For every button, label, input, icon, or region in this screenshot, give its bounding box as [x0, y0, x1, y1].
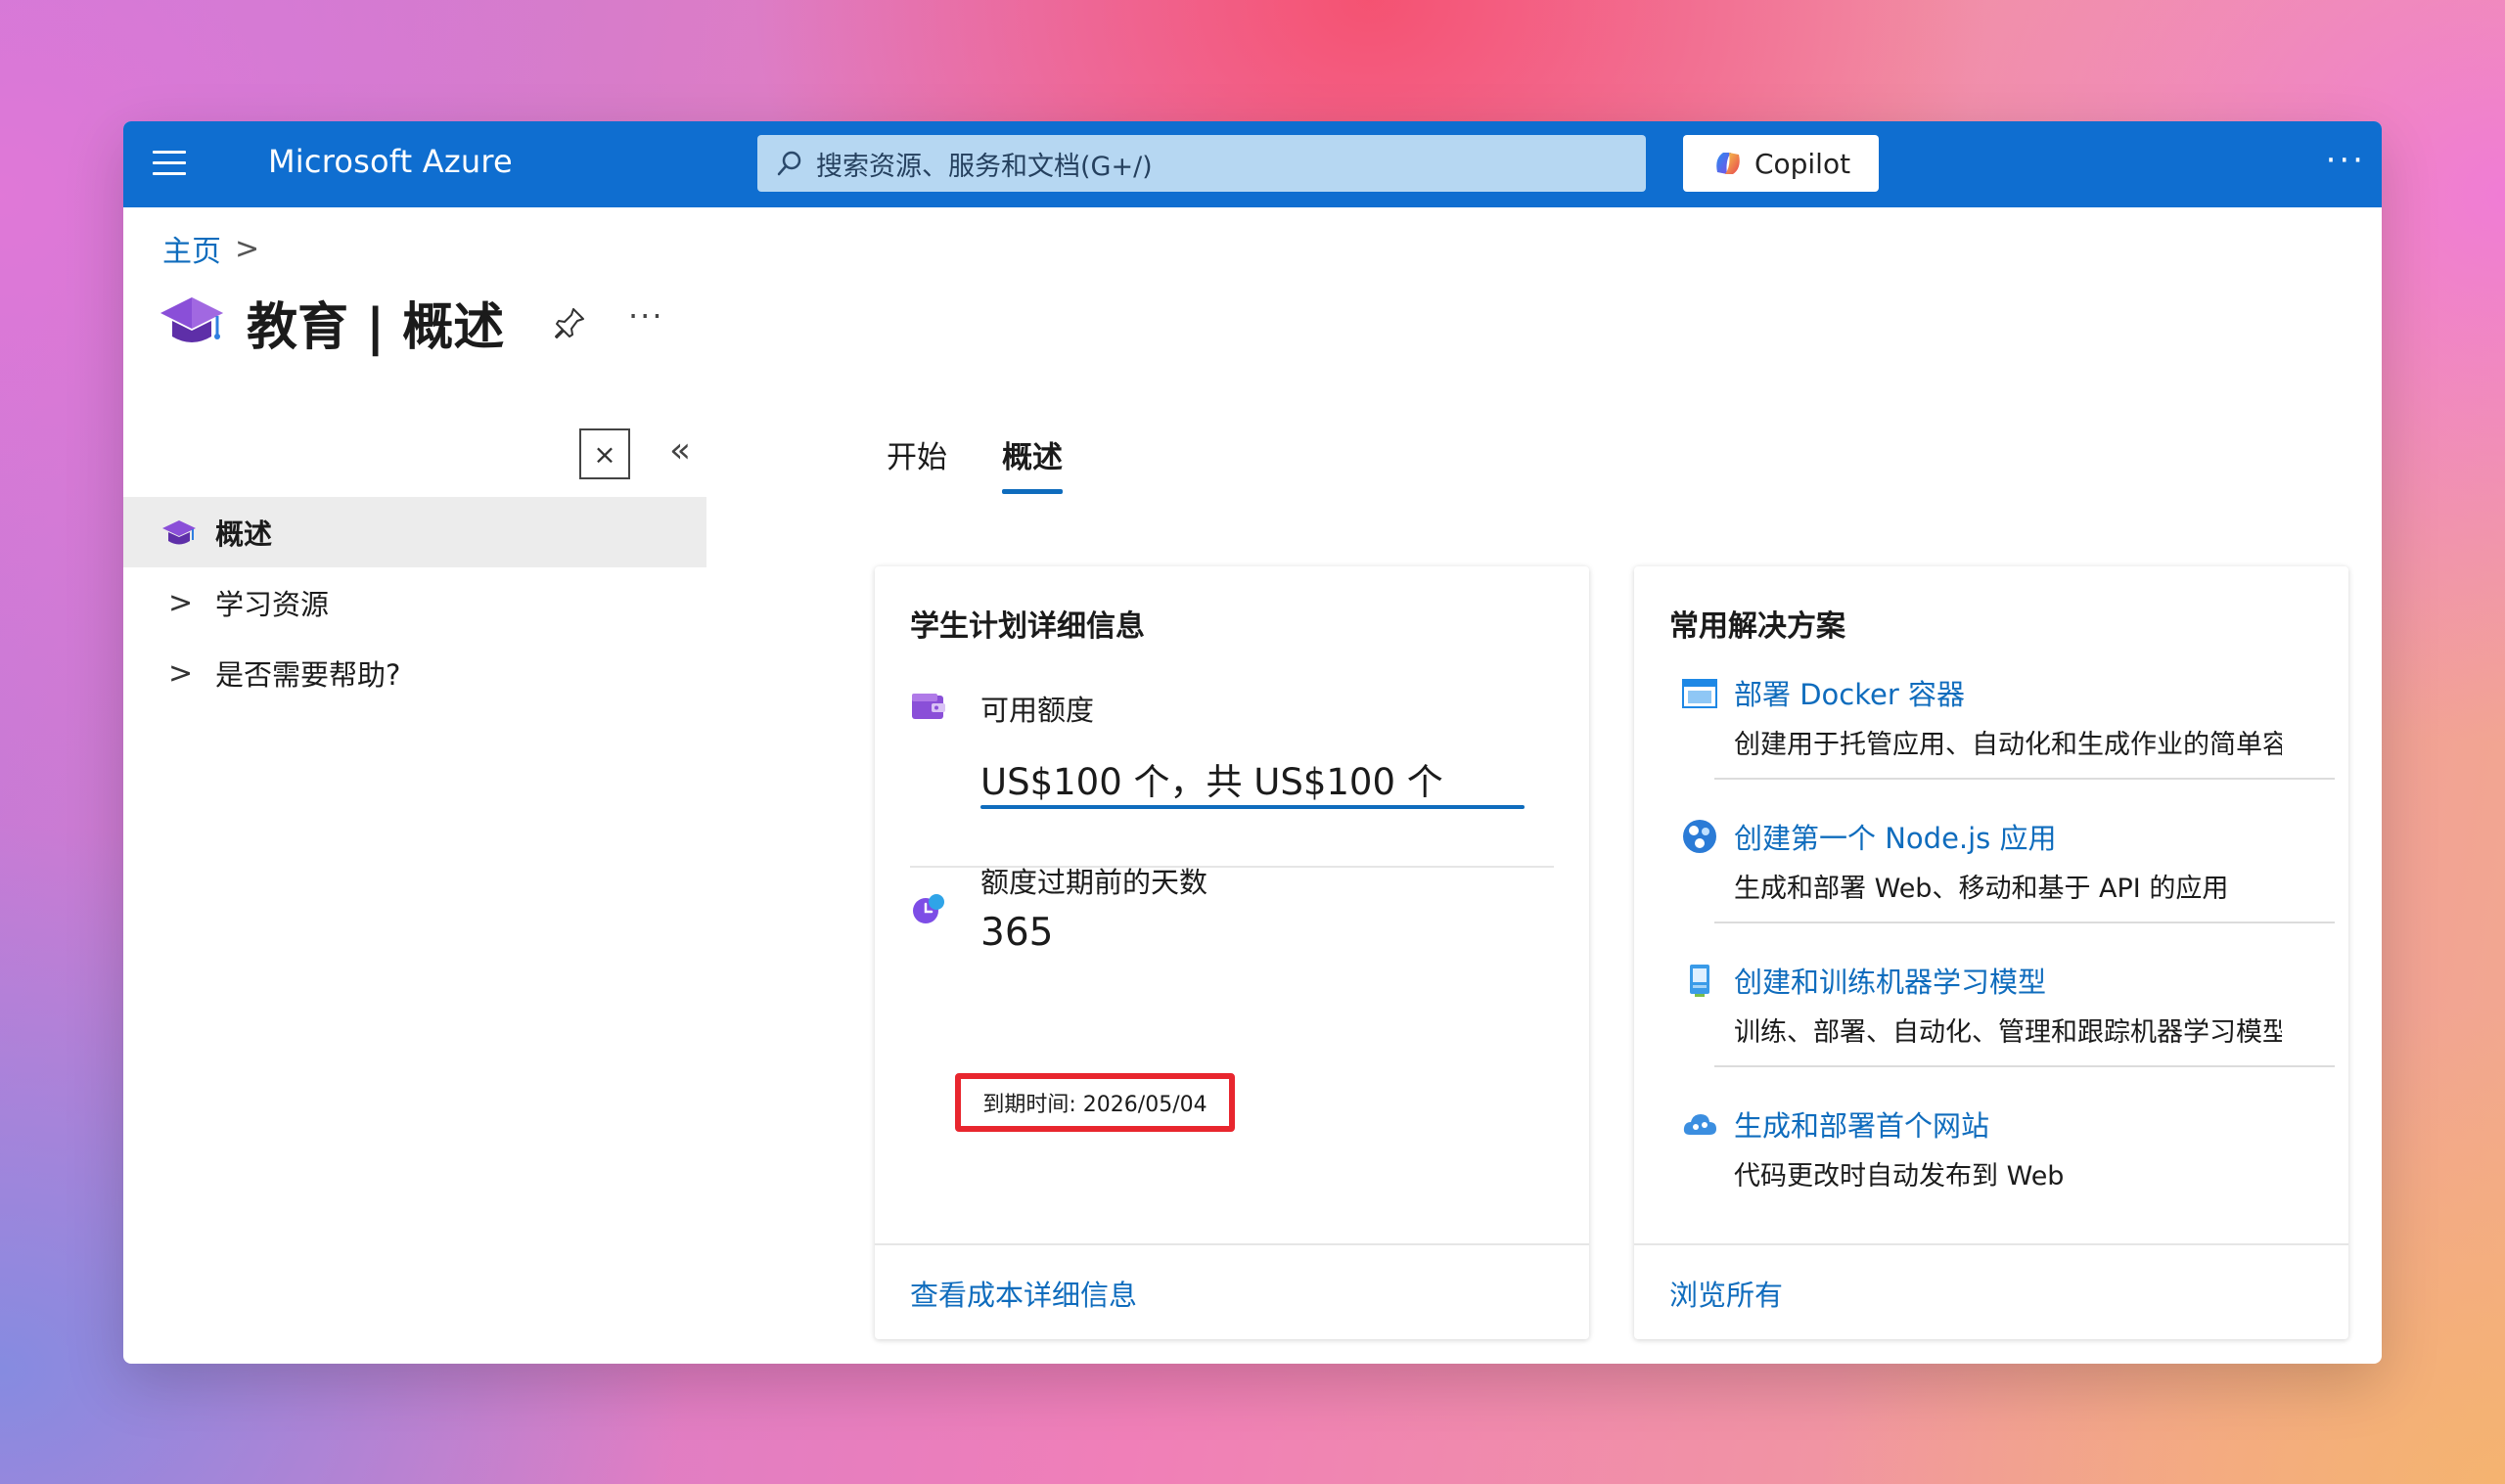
page-more-options-icon[interactable]: ··· [628, 297, 664, 335]
breadcrumb: 主页 > [162, 227, 259, 270]
clock-icon [913, 894, 944, 923]
credit-label: 可用额度 [980, 694, 1095, 727]
sidebar-item-label: 是否需要帮助? [215, 658, 401, 692]
credit-value: US$100 个，共 US$100 个 [980, 761, 1443, 803]
close-sidebar-icon[interactable]: × [579, 428, 630, 479]
divider [1714, 778, 2335, 780]
graduation-cap-icon [160, 296, 223, 342]
tab-bar: 开始 概述 [887, 432, 1117, 494]
divider [1714, 922, 2335, 923]
solution-title[interactable]: 创建和训练机器学习模型 [1734, 960, 2046, 1001]
divider [1714, 1065, 2335, 1067]
page-header: 教育 | 概述 [159, 286, 504, 359]
copilot-icon [1716, 153, 1740, 174]
sidebar-item-label: 学习资源 [215, 588, 330, 621]
chevron-right-icon: > [168, 655, 194, 691]
card-title: 常用解决方案 [1669, 609, 1845, 644]
copilot-label: Copilot [1754, 147, 1851, 180]
student-plan-card: 学生计划详细信息 可用额度 US$100 个，共 US$100 个 额度过期前的… [875, 566, 1589, 1339]
container-icon [1682, 679, 1717, 708]
graduation-cap-icon [162, 520, 196, 545]
solution-title[interactable]: 创建第一个 Node.js 应用 [1734, 816, 2057, 857]
menu-icon[interactable] [153, 151, 186, 176]
ml-notebook-icon [1690, 965, 1709, 997]
expiry-date: 到期时间: 2026/05/04 [982, 1093, 1207, 1117]
search-icon [777, 151, 801, 176]
nodejs-icon [1683, 820, 1716, 853]
solution-title[interactable]: 部署 Docker 容器 [1734, 672, 1965, 713]
solution-description: 生成和部署 Web、移动和基于 API 的应用 [1734, 874, 2229, 902]
solution-description: 代码更改时自动发布到 Web [1734, 1161, 2065, 1190]
tab-get-started[interactable]: 开始 [887, 432, 947, 494]
credit-progress-bar [980, 805, 1525, 809]
pin-icon[interactable] [550, 303, 589, 342]
tab-overview[interactable]: 概述 [1002, 432, 1063, 494]
sidebar-item-learning-resources[interactable]: > 学习资源 [123, 567, 706, 638]
days-label: 额度过期前的天数 [980, 866, 1208, 899]
breadcrumb-home-link[interactable]: 主页 [162, 227, 221, 270]
more-options-icon[interactable]: ··· [2326, 141, 2366, 180]
solutions-card: 常用解决方案 部署 Docker 容器 创建用于托管应用、自动化和生成作业的简单… [1634, 566, 2348, 1339]
sidebar-item-overview[interactable]: 概述 [123, 497, 706, 567]
cloud-website-icon [1683, 1114, 1716, 1135]
browse-all-link[interactable]: 浏览所有 [1669, 1273, 1783, 1314]
card-footer: 查看成本详细信息 [875, 1243, 1589, 1339]
azure-portal-window: Microsoft Azure 搜索资源、服务和文档(G+/) Copilot … [123, 121, 2382, 1364]
brand-title[interactable]: Microsoft Azure [268, 143, 513, 180]
chevron-right-icon: > [168, 585, 194, 620]
search-placeholder: 搜索资源、服务和文档(G+/) [816, 151, 1153, 182]
sidebar-item-label: 概述 [215, 517, 273, 551]
card-footer: 浏览所有 [1634, 1243, 2348, 1339]
collapse-icon[interactable]: « [669, 430, 691, 471]
solution-description: 训练、部署、自动化、管理和跟踪机器学习模型 [1734, 1017, 2282, 1046]
page-title: 教育 | 概述 [247, 298, 505, 357]
sidebar-item-help[interactable]: > 是否需要帮助? [123, 638, 706, 708]
expiry-highlight-box: 到期时间: 2026/05/04 [955, 1073, 1235, 1132]
chevron-right-icon: > [235, 231, 260, 266]
search-input[interactable]: 搜索资源、服务和文档(G+/) [757, 135, 1646, 192]
top-bar: Microsoft Azure 搜索资源、服务和文档(G+/) Copilot … [123, 121, 2382, 207]
view-cost-details-link[interactable]: 查看成本详细信息 [910, 1273, 1137, 1314]
wallet-icon [912, 694, 945, 719]
days-value: 365 [980, 911, 1054, 955]
solution-title[interactable]: 生成和部署首个网站 [1734, 1103, 1989, 1145]
card-title: 学生计划详细信息 [910, 609, 1145, 644]
copilot-button[interactable]: Copilot [1683, 135, 1879, 192]
solution-description: 创建用于托管应用、自动化和生成作业的简单容器 [1734, 730, 2282, 758]
sidebar-nav: 概述 > 学习资源 > 是否需要帮助? [123, 497, 706, 708]
